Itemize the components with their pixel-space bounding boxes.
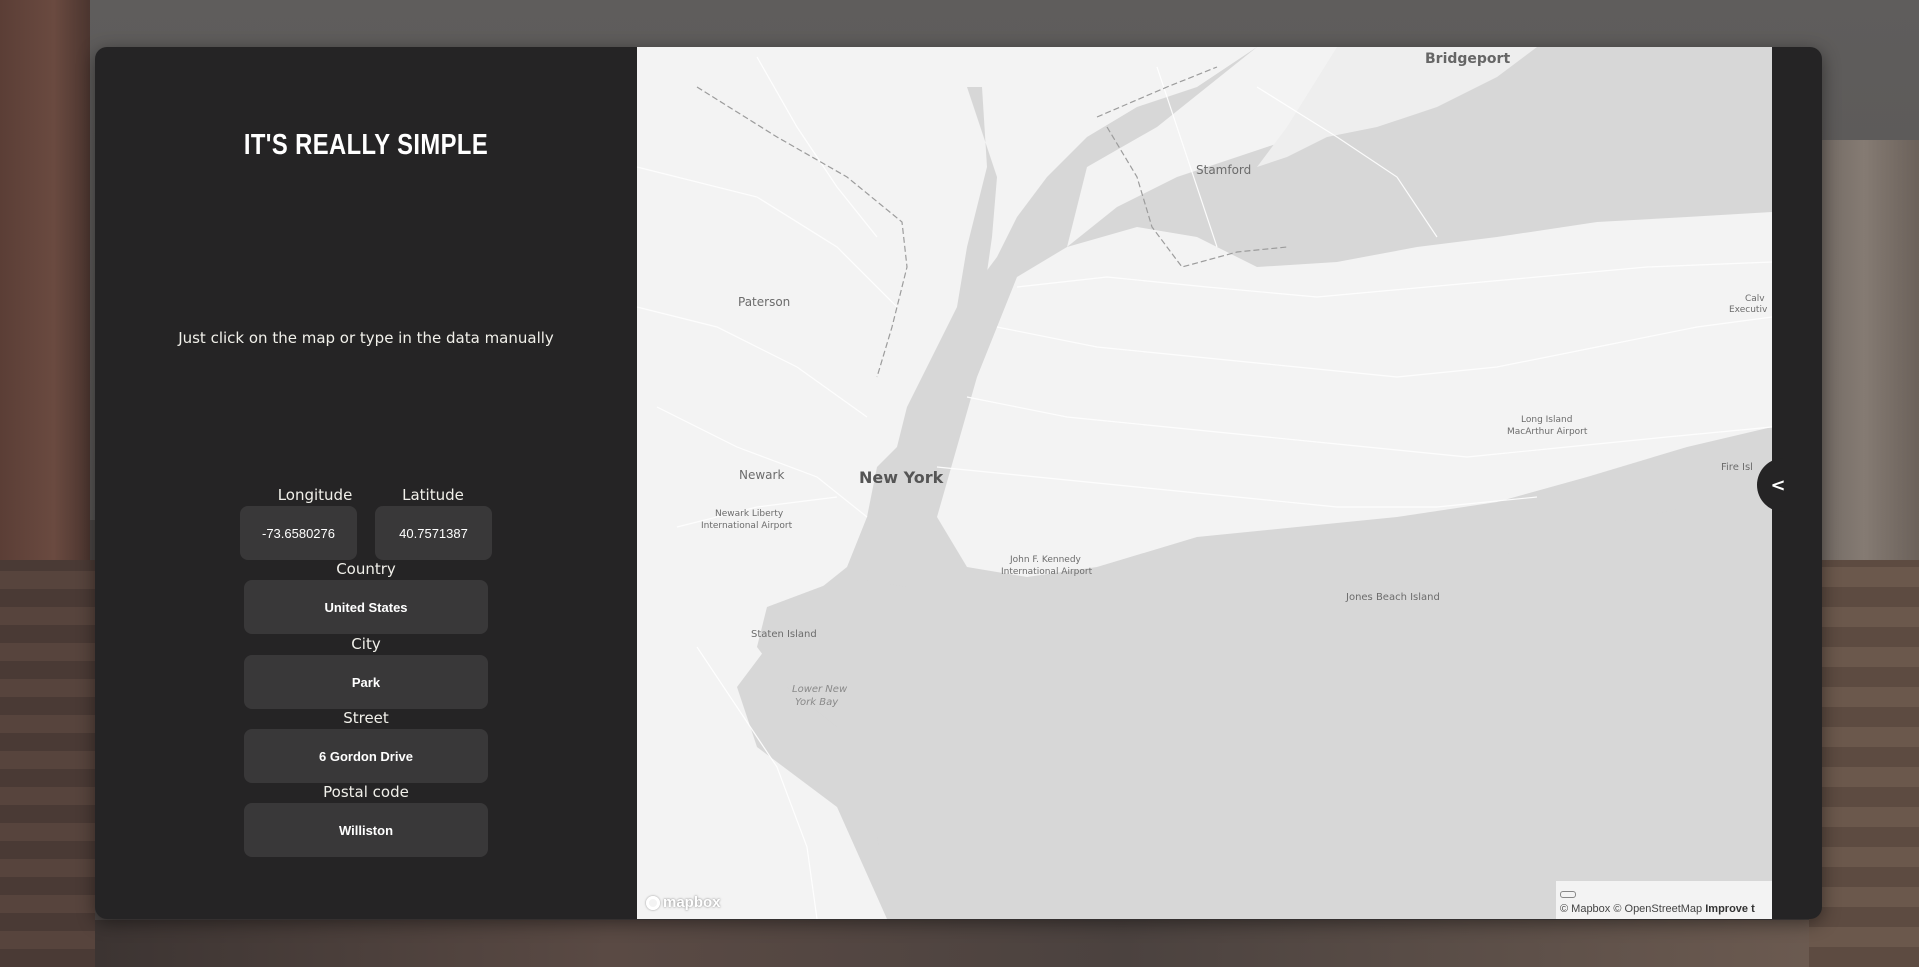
map-label-paterson: Paterson [738, 295, 791, 309]
map-label-li-airport-1: Long Island [1521, 415, 1573, 425]
longitude-label: Longitude [277, 486, 353, 504]
longitude-field[interactable]: -73.6580276 [240, 506, 357, 560]
map-attribution: © Mapbox © OpenStreetMap Improve t [1556, 881, 1772, 919]
postal-code-label: Postal code [323, 783, 409, 801]
map-label-staten-island: Staten Island [751, 629, 817, 640]
country-field[interactable]: United States [244, 580, 488, 634]
map-terrain [637, 47, 1772, 919]
map-label-bay-1: Lower New [792, 684, 848, 695]
city-label: City [351, 635, 381, 653]
collapse-panel-button[interactable]: < [1757, 458, 1807, 512]
mapbox-logo-text: mapbox [663, 894, 721, 911]
country-label: Country [336, 560, 396, 578]
map-label-new-york: New York [859, 468, 944, 487]
street-label: Street [343, 709, 389, 727]
street-field[interactable]: 6 Gordon Drive [244, 729, 488, 783]
map-label-newark-airport-1: Newark Liberty [715, 509, 784, 519]
attribution-text[interactable]: © Mapbox © OpenStreetMap [1560, 903, 1702, 915]
map-label-stamford: Stamford [1196, 163, 1252, 177]
map-label-bay-2: York Bay [795, 697, 839, 708]
map-canvas[interactable]: Bridgeport Stamford Paterson Newark New … [637, 47, 1772, 919]
map-label-bridgeport: Bridgeport [1425, 51, 1511, 67]
chevron-left-icon: < [1770, 474, 1786, 496]
map-label-calv-1: Calv [1745, 294, 1765, 304]
form-panel: IT'S REALLY SIMPLE Just click on the map… [95, 47, 637, 919]
improve-map-link[interactable]: Improve t [1705, 903, 1755, 915]
attribution-toggle-icon[interactable] [1560, 891, 1576, 898]
map-label-calv-2: Executiv [1729, 305, 1768, 315]
map-label-jfk-2: International Airport [1001, 567, 1093, 577]
map-label-newark-airport-2: International Airport [701, 521, 793, 531]
instructions-text: Just click on the map or type in the dat… [178, 329, 554, 347]
latitude-field[interactable]: 40.7571387 [375, 506, 492, 560]
map-label-newark: Newark [739, 468, 785, 482]
page-title: IT'S REALLY SIMPLE [243, 129, 489, 161]
main-card: IT'S REALLY SIMPLE Just click on the map… [95, 47, 1822, 919]
map-label-jfk-1: John F. Kennedy [1010, 555, 1081, 565]
latitude-label: Latitude [402, 486, 464, 504]
postal-code-field[interactable]: Williston [244, 803, 488, 857]
mapbox-logo[interactable]: mapbox [646, 894, 721, 911]
city-field[interactable]: Park [244, 655, 488, 709]
map-label-fire-island: Fire Isl [1721, 462, 1753, 473]
map-label-li-airport-2: MacArthur Airport [1507, 427, 1588, 437]
map-label-jones-beach: Jones Beach Island [1346, 592, 1440, 603]
mapbox-logo-icon [646, 895, 660, 910]
